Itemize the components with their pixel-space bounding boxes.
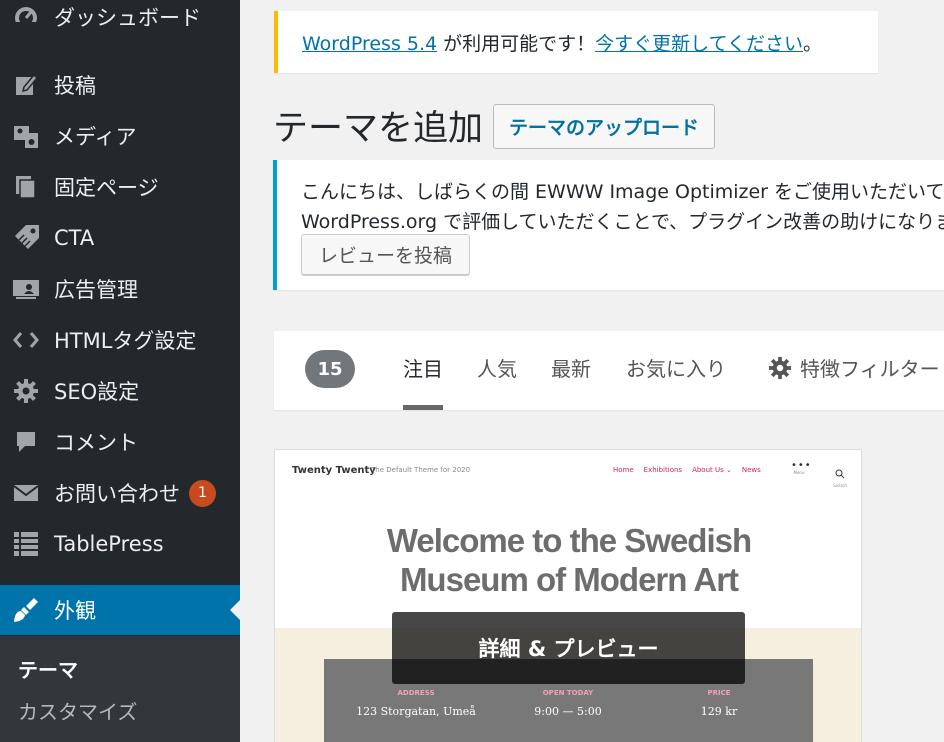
sidebar-item-label: TablePress: [54, 532, 164, 556]
sidebar-item-posts[interactable]: 投稿: [0, 60, 240, 110]
review-notice: こんにちは、しばらくの間 EWWW Image Optimizer をご使用いた…: [273, 160, 944, 290]
sidebar-item-label: お問い合わせ: [54, 482, 180, 506]
theme-headline-line-2: Museum of Modern Art: [399, 561, 739, 598]
theme-nav-item: Exhibitions: [643, 466, 683, 474]
feature-filter-button[interactable]: 特徴フィルター: [768, 353, 940, 382]
code-icon: [12, 326, 40, 354]
sidebar-item-dashboard[interactable]: ダッシュボード: [0, 0, 240, 42]
notification-badge: 1: [189, 479, 216, 507]
sidebar-item-html-tags[interactable]: HTMLタグ設定: [0, 315, 240, 365]
info-key: OPEN TODAY: [542, 689, 594, 697]
theme-card[interactable]: Twenty Twenty The Default Theme for 2020…: [274, 449, 862, 742]
media-icon: [12, 122, 40, 150]
sidebar-item-cta[interactable]: CTA: [0, 213, 240, 263]
info-key: ADDRESS: [397, 689, 435, 697]
sidebar-item-comments[interactable]: コメント: [0, 417, 240, 467]
active-indicator-arrow: [230, 600, 240, 620]
info-value: 129 kr: [700, 705, 738, 718]
info-key: PRICE: [707, 689, 731, 697]
theme-nav-item: Home: [613, 466, 634, 474]
wordpress-version-link[interactable]: WordPress 5.4: [302, 33, 437, 55]
info-hours: OPEN TODAY 9:00 — 5:00: [503, 689, 633, 718]
theme-headline: Welcome to the Swedish Museum of Modern …: [275, 521, 861, 599]
admin-sidebar: ダッシュボード 投稿 メディア 固定ページ CTA 広告管理 HTMLタグ設定 …: [0, 0, 240, 742]
submenu-item-themes[interactable]: テーマ: [18, 654, 78, 683]
sidebar-item-tablepress[interactable]: TablePress: [0, 519, 240, 569]
update-notice: WordPress 5.4 が利用可能です！今すぐ更新してください。: [274, 11, 878, 73]
sidebar-item-seo[interactable]: SEO設定: [0, 366, 240, 416]
update-now-link[interactable]: 今すぐ更新してください: [595, 33, 803, 55]
tag-icon: [12, 224, 40, 252]
tab-popular[interactable]: 人気: [477, 353, 517, 410]
theme-filter-bar: 15 注目 人気 最新 お気に入り 特徴フィルター: [274, 331, 944, 410]
review-notice-line-2: WordPress.org で評価していただくことで、プラグイン改善の助けになり…: [301, 211, 944, 233]
theme-menu-toggle: ••• Menu: [791, 460, 812, 476]
update-notice-end: 。: [803, 33, 823, 55]
post-review-button[interactable]: レビューを投稿: [301, 234, 470, 275]
theme-screenshot: Twenty Twenty The Default Theme for 2020…: [275, 450, 861, 628]
sidebar-item-label: メディア: [54, 125, 137, 149]
gear-icon: [768, 356, 792, 379]
theme-headline-line-1: Welcome to the Swedish: [386, 522, 752, 559]
sidebar-item-label: ダッシュボード: [54, 6, 201, 30]
theme-site-title: Twenty Twenty: [292, 465, 376, 476]
info-value: 123 Storgatan, Umeå: [356, 705, 476, 718]
theme-search-toggle: Search: [832, 464, 848, 488]
gear-icon: [12, 377, 40, 405]
submenu-item-customize[interactable]: カスタマイズ: [18, 696, 137, 725]
tab-favorites[interactable]: お気に入り: [626, 353, 726, 410]
sidebar-item-contact[interactable]: お問い合わせ 1: [0, 468, 240, 518]
tab-featured[interactable]: 注目: [403, 353, 443, 410]
review-notice-line-1: こんにちは、しばらくの間 EWWW Image Optimizer をご使用いた…: [301, 181, 944, 203]
sidebar-item-label: HTMLタグ設定: [54, 329, 197, 353]
search-icon: [835, 469, 845, 479]
sidebar-item-label: CTA: [54, 226, 95, 250]
feature-filter-label: 特徴フィルター: [800, 357, 940, 381]
update-notice-middle: が利用可能です！: [437, 33, 596, 55]
theme-nav: Home Exhibitions About Us ⌄ News: [613, 466, 771, 474]
update-notice-text: WordPress 5.4 が利用可能です！今すぐ更新してください。: [302, 29, 822, 56]
post-icon: [12, 71, 40, 99]
appearance-submenu: テーマ カスタマイズ: [0, 636, 240, 742]
sidebar-item-media[interactable]: メディア: [0, 111, 240, 161]
ellipsis-icon: •••: [791, 460, 812, 471]
theme-nav-item: News: [741, 466, 761, 474]
sidebar-item-label: 外観: [54, 599, 96, 623]
page-icon: [12, 173, 40, 201]
info-address: ADDRESS 123 Storgatan, Umeå: [351, 689, 481, 718]
table-icon: [12, 530, 40, 558]
theme-search-label: Search: [833, 483, 847, 488]
upload-theme-button[interactable]: テーマのアップロード: [493, 104, 715, 149]
details-preview-button[interactable]: 詳細 & プレビュー: [392, 612, 745, 684]
ad-icon: [12, 275, 40, 303]
info-price: PRICE 129 kr: [654, 689, 784, 718]
tab-latest[interactable]: 最新: [551, 353, 591, 410]
sidebar-item-label: SEO設定: [54, 380, 140, 404]
sidebar-item-pages[interactable]: 固定ページ: [0, 162, 240, 212]
sidebar-item-label: コメント: [54, 431, 138, 455]
sidebar-item-label: 固定ページ: [54, 176, 159, 200]
sidebar-item-appearance[interactable]: 外観: [0, 585, 240, 635]
theme-nav-item: About Us ⌄: [692, 466, 732, 474]
sidebar-item-label: 投稿: [54, 74, 96, 98]
mail-icon: [12, 479, 40, 507]
info-value: 9:00 — 5:00: [534, 705, 602, 718]
page-title: テーマを追加: [273, 109, 484, 149]
sidebar-item-ads[interactable]: 広告管理: [0, 264, 240, 314]
theme-count: 15: [305, 350, 355, 388]
brush-icon: [12, 596, 40, 624]
comment-icon: [12, 428, 40, 456]
sidebar-item-label: 広告管理: [54, 278, 138, 302]
dashboard-icon: [12, 3, 40, 31]
theme-site-description: The Default Theme for 2020: [371, 466, 471, 474]
